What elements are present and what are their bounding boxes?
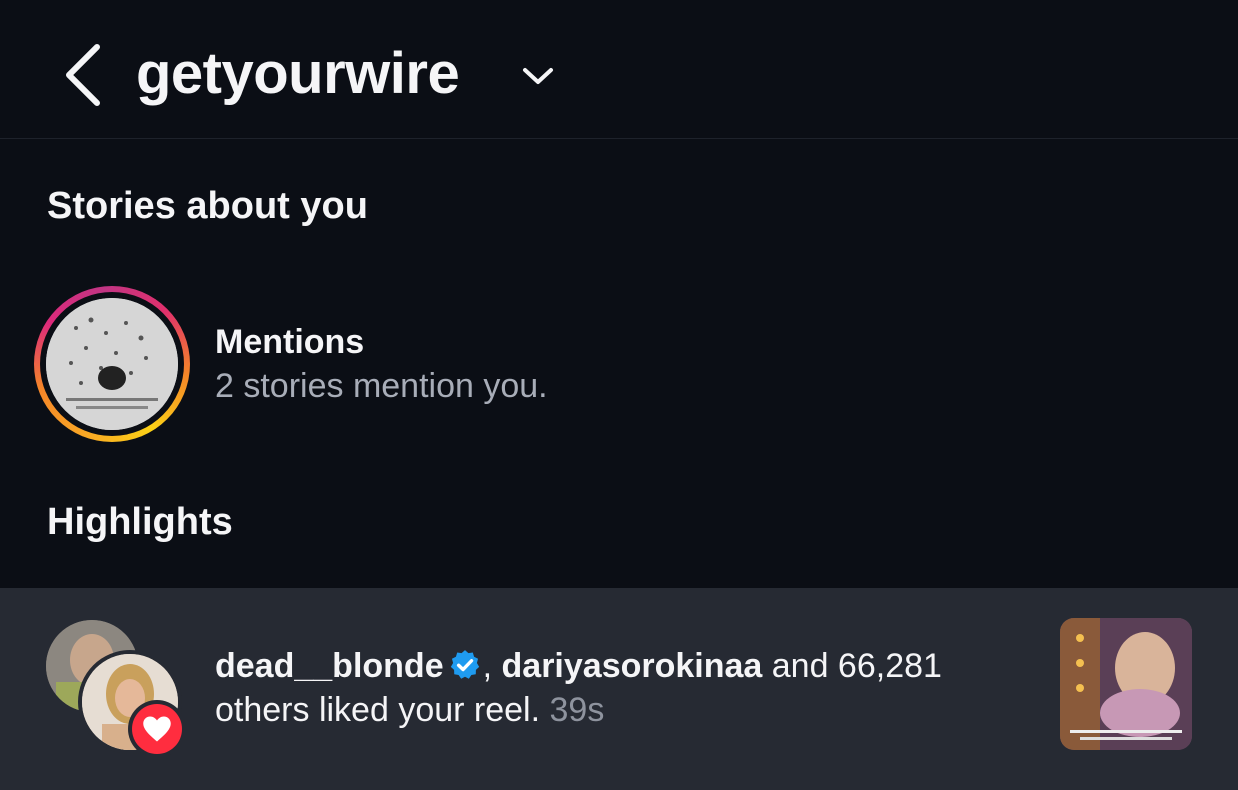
account-username[interactable]: getyourwire: [136, 38, 460, 110]
mentions-story-ring[interactable]: [34, 286, 190, 442]
mentions-subtitle: 2 stories mention you.: [215, 367, 548, 405]
notification-user-1[interactable]: dead__blonde: [215, 647, 444, 685]
like-badge: [128, 700, 186, 758]
reel-thumbnail[interactable]: [1060, 618, 1192, 750]
top-bar: getyourwire: [0, 0, 1238, 139]
section-title-highlights: Highlights: [47, 501, 233, 543]
chevron-left-icon: [66, 44, 100, 106]
notification-text: dead__blonde, dariyasorokinaa and 66,281…: [215, 647, 942, 729]
mentions-label[interactable]: Mentions: [215, 322, 364, 362]
verified-badge-icon: [450, 650, 479, 679]
mentions-image: [46, 298, 178, 430]
notification-time: 39s: [549, 691, 605, 729]
mentions-thumbnail: [46, 298, 178, 430]
back-button[interactable]: [58, 40, 108, 110]
notification-user-2[interactable]: dariyasorokinaa: [502, 647, 763, 685]
section-title-stories: Stories about you: [47, 185, 368, 227]
heart-icon: [143, 716, 171, 742]
chevron-down-icon[interactable]: [521, 60, 555, 90]
